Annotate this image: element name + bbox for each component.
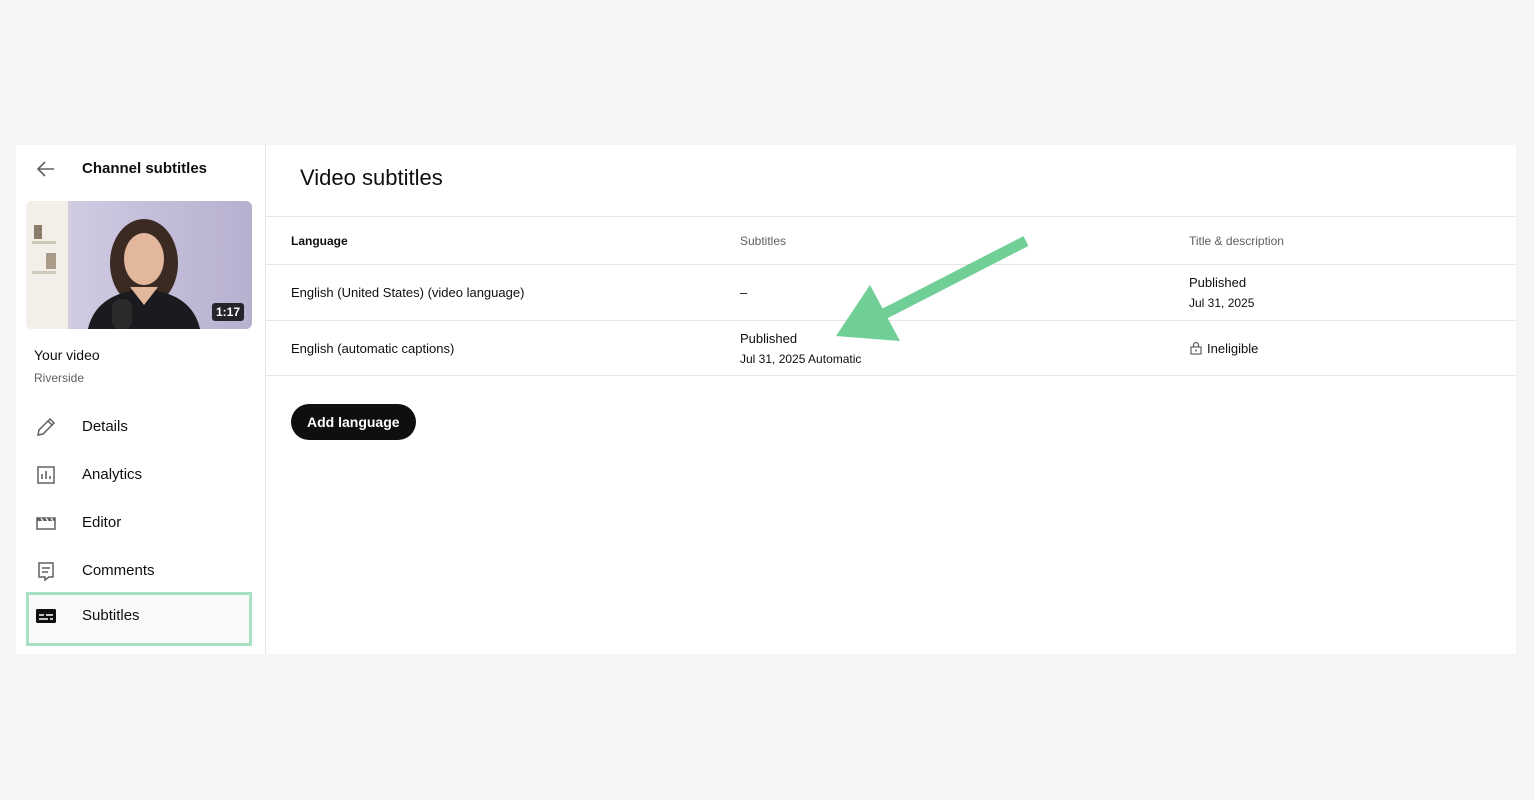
video-channel: Riverside bbox=[34, 371, 85, 385]
sidebar-header: Channel subtitles bbox=[16, 145, 266, 193]
sidebar: Channel subtitles 1:17 Your video Rivers… bbox=[16, 145, 266, 654]
subtitles-status: Published bbox=[740, 331, 798, 346]
pencil-icon bbox=[34, 415, 58, 439]
sidebar-item-label: Details bbox=[82, 418, 128, 435]
column-header-subtitles: Subtitles bbox=[740, 234, 787, 248]
page-title: Video subtitles bbox=[300, 165, 443, 190]
lock-icon bbox=[1189, 341, 1203, 358]
sidebar-item-label: Analytics bbox=[82, 466, 143, 483]
title-date: Jul 31, 2025 bbox=[1189, 296, 1255, 310]
row-language: English (automatic captions) bbox=[291, 341, 455, 356]
add-language-button[interactable]: Add language bbox=[291, 404, 416, 440]
column-header-language[interactable]: Language bbox=[291, 234, 348, 248]
sidebar-item-label: Editor bbox=[82, 514, 122, 531]
row-title-description[interactable]: Published Jul 31, 2025 bbox=[1189, 275, 1254, 310]
subtitles-detail: Jul 31, 2025 Automatic bbox=[740, 352, 862, 366]
video-thumbnail[interactable]: 1:17 bbox=[26, 201, 252, 329]
sidebar-title: Channel subtitles bbox=[82, 160, 208, 177]
arrow-left-icon[interactable] bbox=[34, 157, 58, 181]
analytics-icon bbox=[34, 463, 58, 487]
row-title-description: Ineligible bbox=[1189, 341, 1258, 358]
title-status: Published bbox=[1189, 275, 1247, 290]
duration-badge: 1:17 bbox=[211, 303, 244, 321]
table-header: Language Subtitles Title & description bbox=[266, 216, 1515, 264]
row-subtitles-status[interactable]: – bbox=[740, 285, 747, 300]
subtitles-table: Language Subtitles Title & description E… bbox=[266, 216, 1515, 376]
sidebar-item-label: Subtitles bbox=[82, 607, 140, 624]
ineligible-label: Ineligible bbox=[1207, 341, 1259, 356]
sidebar-item-subtitles[interactable]: Subtitles bbox=[26, 592, 252, 646]
sidebar-item-editor[interactable]: Editor bbox=[26, 499, 252, 547]
row-language: English (United States) (video language) bbox=[291, 285, 525, 300]
clapperboard-icon bbox=[34, 511, 58, 535]
subtitles-icon bbox=[34, 604, 58, 628]
sidebar-item-details[interactable]: Details bbox=[26, 403, 252, 451]
row-subtitles-status[interactable]: Published Jul 31, 2025 Automatic bbox=[740, 331, 861, 366]
main-content: Video subtitles Language Subtitles Title… bbox=[266, 145, 1516, 654]
video-title: Your video bbox=[34, 347, 100, 363]
sidebar-item-label: Comments bbox=[82, 562, 155, 579]
table-row[interactable]: English (automatic captions) Published J… bbox=[266, 320, 1515, 376]
sidebar-item-comments[interactable]: Comments bbox=[26, 547, 252, 595]
table-row[interactable]: English (United States) (video language)… bbox=[266, 264, 1515, 320]
column-header-title-description: Title & description bbox=[1189, 234, 1284, 248]
sidebar-item-analytics[interactable]: Analytics bbox=[26, 451, 252, 499]
subtitles-page: Channel subtitles 1:17 Your video Rivers… bbox=[16, 145, 1516, 654]
comment-icon bbox=[34, 559, 58, 583]
